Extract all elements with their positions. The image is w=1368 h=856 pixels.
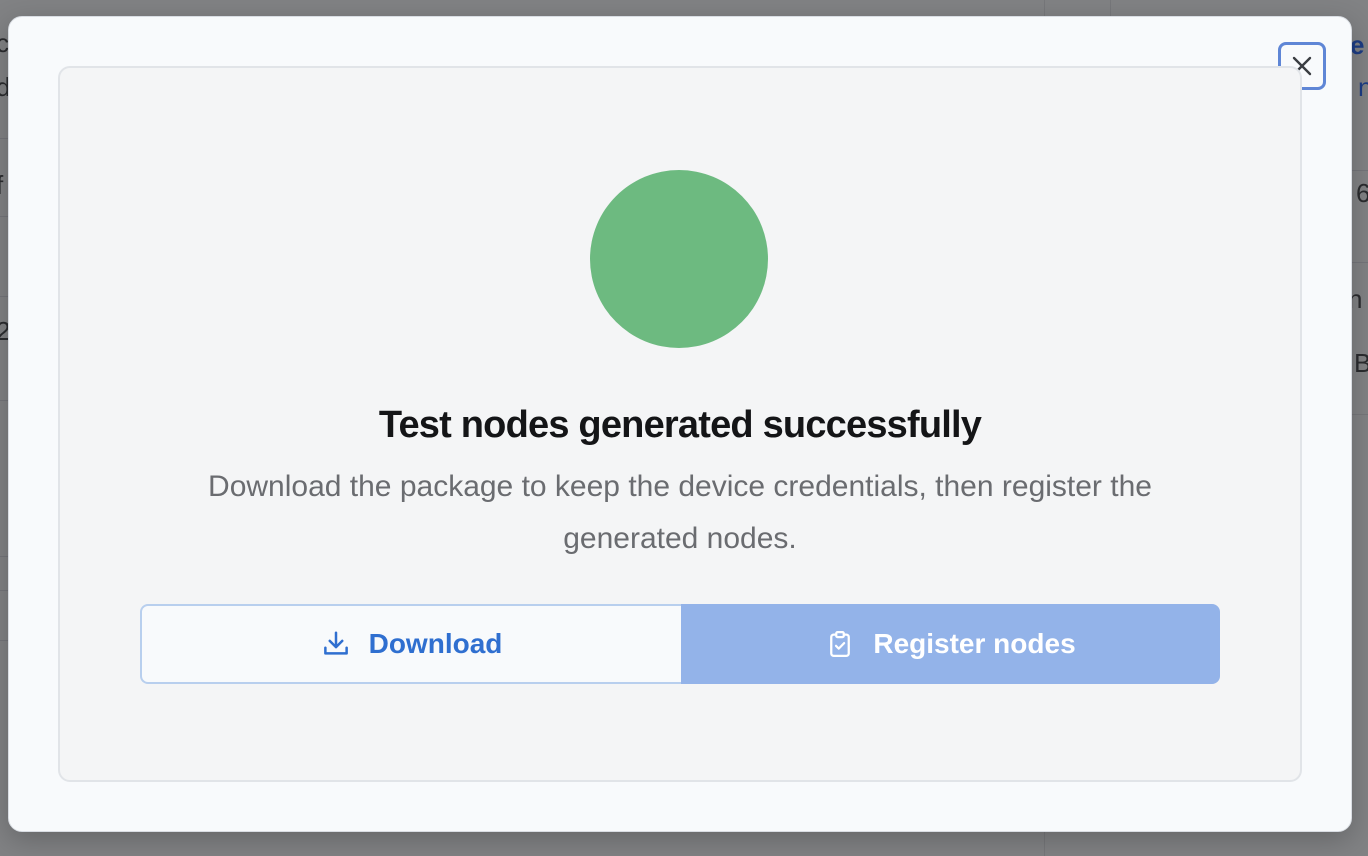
background-text: B (1354, 348, 1368, 378)
register-nodes-button-label: Register nodes (873, 628, 1076, 659)
background-divider (1352, 262, 1368, 263)
background-text: 6 (1356, 178, 1368, 208)
background-text: n (1358, 72, 1368, 102)
background-text: e (1350, 30, 1365, 60)
background-text: f (0, 172, 3, 198)
download-icon (321, 629, 351, 659)
success-status-indicator (590, 170, 768, 348)
dialog-description: Download the package to keep the device … (208, 470, 1152, 555)
clipboard-check-icon (825, 629, 855, 659)
download-button[interactable]: Download (140, 604, 681, 684)
dialog-actions: Download Register nodes (140, 604, 1220, 684)
dialog-title: Test nodes generated successfully (378, 404, 982, 446)
background-divider (1352, 170, 1368, 171)
download-button-label: Download (368, 628, 503, 659)
register-nodes-button[interactable]: Register nodes (681, 604, 1220, 684)
